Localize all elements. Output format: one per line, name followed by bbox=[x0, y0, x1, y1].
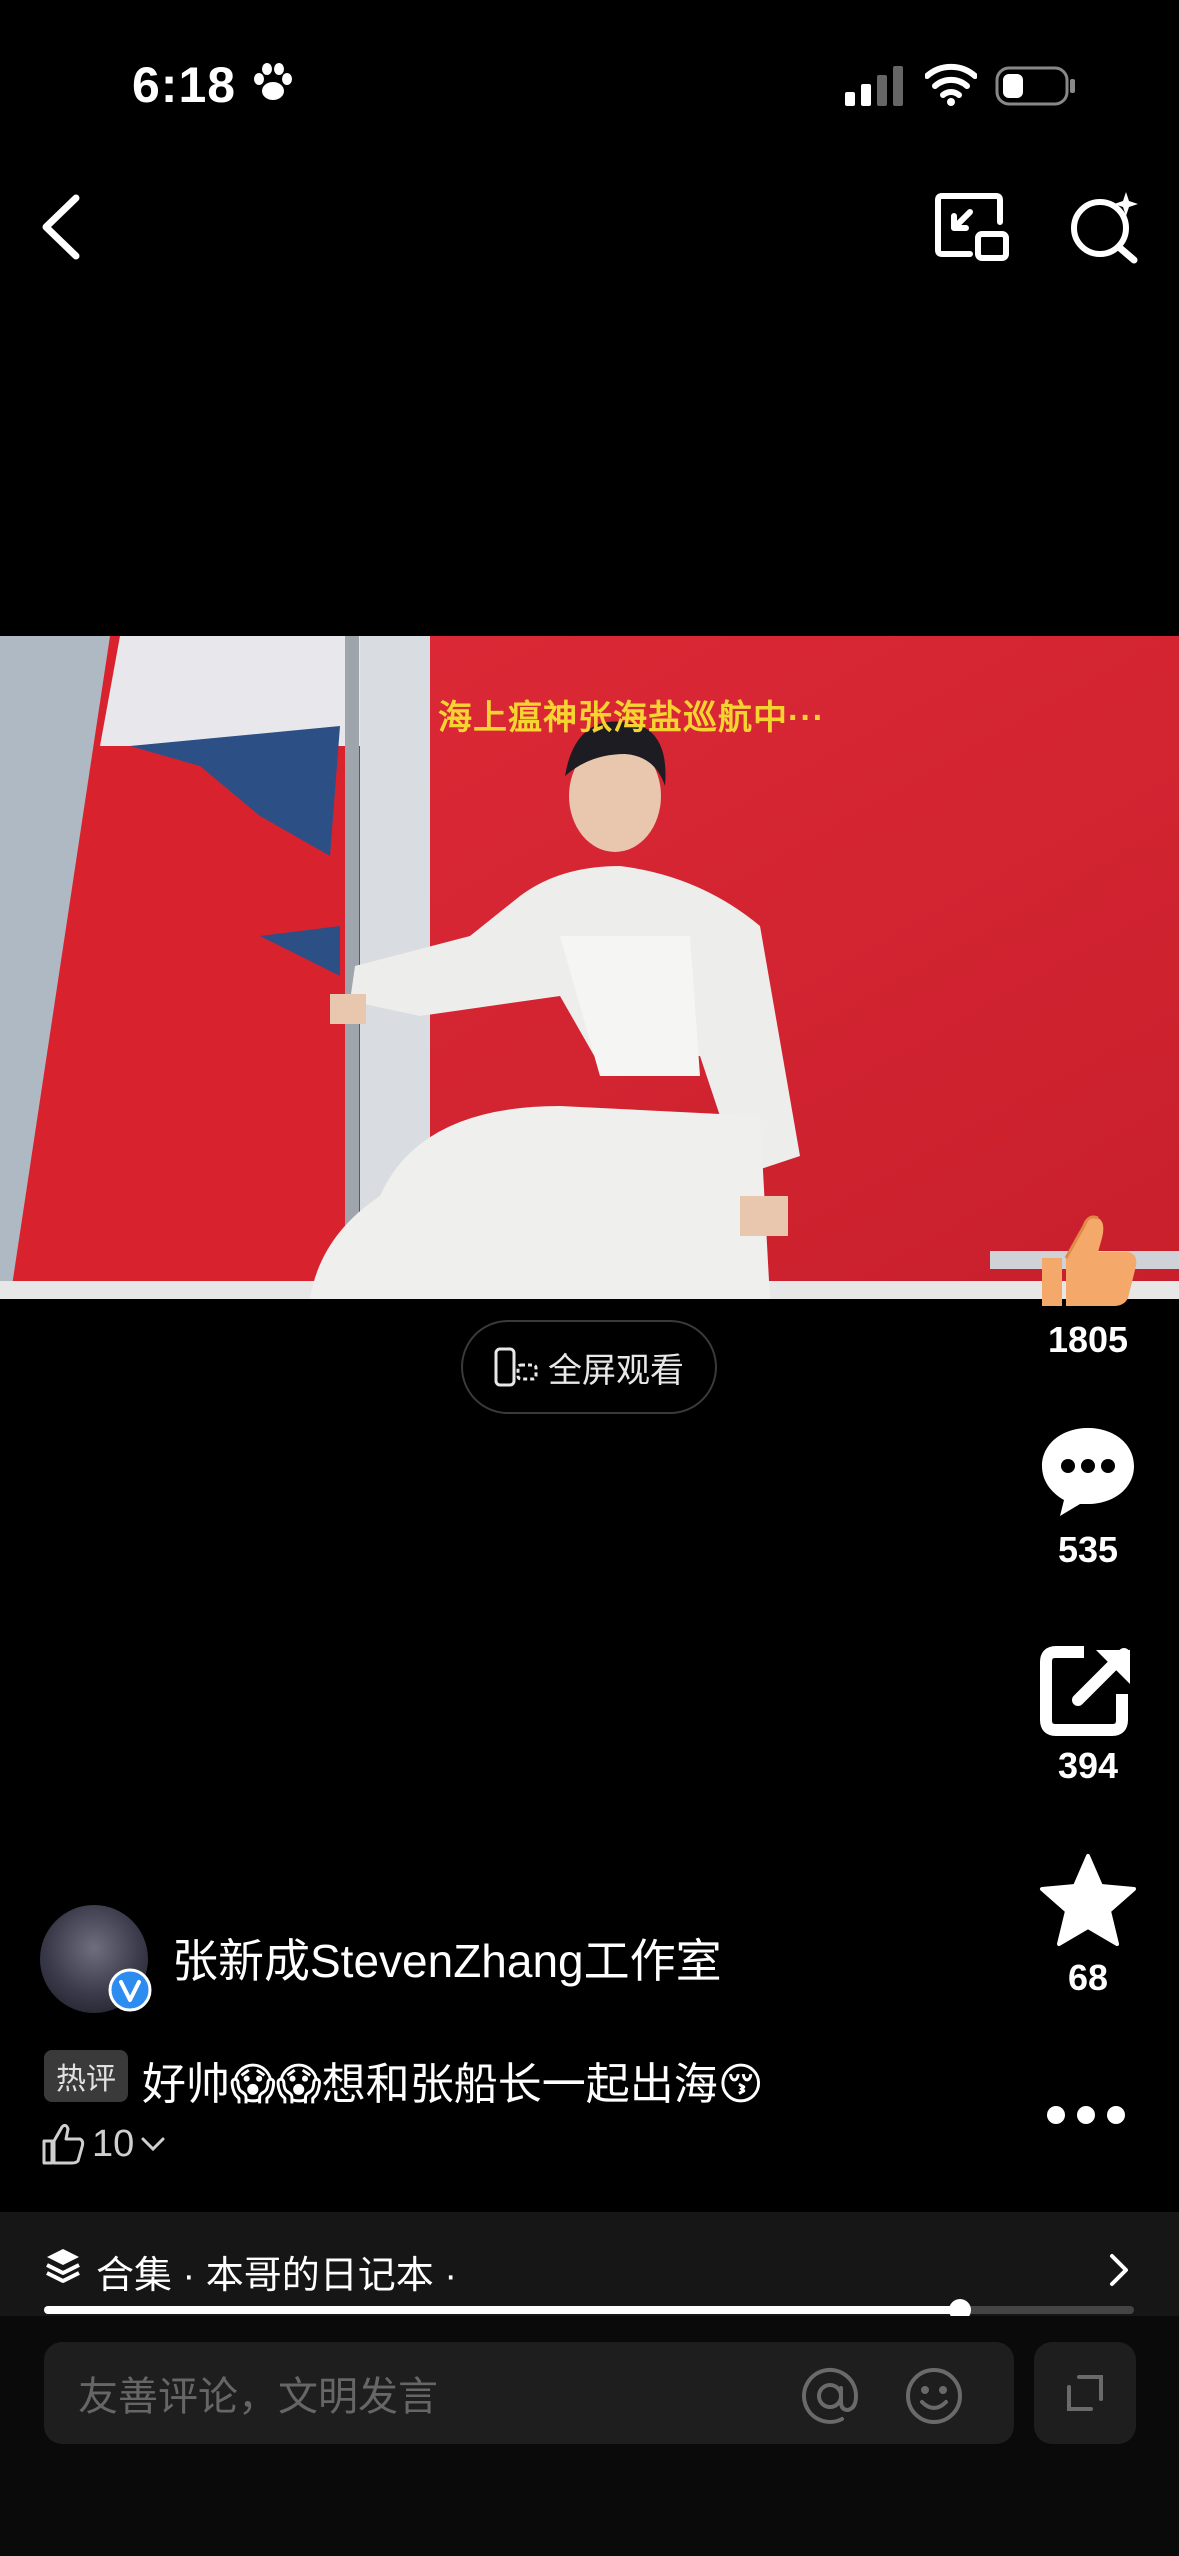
hot-comment-like[interactable]: 10 bbox=[40, 2116, 166, 2172]
fullscreen-button[interactable]: 全屏观看 bbox=[461, 1320, 717, 1414]
picture-in-picture-icon[interactable] bbox=[934, 192, 1010, 264]
hot-comment-like-count: 10 bbox=[92, 2122, 135, 2165]
mention-at-icon[interactable] bbox=[800, 2366, 860, 2426]
thumbs-up-icon bbox=[1042, 1215, 1137, 1306]
star-icon bbox=[1040, 1854, 1136, 1946]
shocked-emoji-icon: 😱 bbox=[230, 2060, 276, 2109]
playback-progress-fill bbox=[44, 2306, 960, 2314]
hot-comment-badge: 热评 bbox=[44, 2050, 128, 2102]
like-count: 1805 bbox=[1047, 1319, 1129, 1360]
share-action[interactable]: 394 bbox=[1013, 1644, 1163, 1787]
more-options-icon[interactable] bbox=[1044, 2100, 1128, 2130]
paw-icon bbox=[254, 63, 292, 100]
like-action[interactable]: 1805 bbox=[1013, 1210, 1163, 1361]
signal-icon bbox=[845, 66, 903, 106]
hot-comment-text-part-2: 想和张船长一起出海 bbox=[321, 2060, 718, 2109]
share-icon bbox=[1040, 1646, 1130, 1736]
battery-icon bbox=[995, 66, 1075, 106]
chevron-right-icon[interactable] bbox=[1106, 2250, 1132, 2290]
wifi-icon bbox=[925, 63, 977, 106]
favorite-count: 68 bbox=[1067, 1957, 1109, 1998]
hot-comment-text-part-1: 好帅 bbox=[142, 2060, 230, 2109]
ai-search-icon[interactable] bbox=[1068, 192, 1140, 264]
rotate-phone-icon bbox=[494, 1347, 538, 1387]
author-name[interactable]: 张新成StevenZhang工作室 bbox=[172, 1925, 722, 1991]
verified-badge-icon bbox=[108, 1968, 152, 2012]
status-time: 6:18 bbox=[132, 57, 237, 113]
layers-icon bbox=[46, 2249, 80, 2283]
thumbs-up-outline-icon bbox=[42, 2123, 85, 2165]
expand-icon bbox=[1067, 2375, 1103, 2411]
share-count: 394 bbox=[1057, 1745, 1119, 1786]
video-caption: 海上瘟神张海盐巡航中··· bbox=[438, 699, 825, 737]
emoji-icon[interactable] bbox=[904, 2366, 964, 2426]
blush-emoji-icon: 😚 bbox=[717, 2060, 764, 2109]
comment-count: 535 bbox=[1057, 1529, 1119, 1570]
comment-input[interactable]: 友善评论，文明发言 bbox=[44, 2342, 1014, 2444]
collection-label: 合集 · 本哥的日记本 · bbox=[96, 2255, 457, 2297]
expand-input-button[interactable] bbox=[1034, 2342, 1136, 2444]
favorite-action[interactable]: 68 bbox=[1013, 1852, 1163, 1999]
fullscreen-label: 全屏观看 bbox=[548, 1351, 684, 1390]
shocked-emoji-icon: 😱 bbox=[275, 2060, 322, 2109]
comment-bubble-icon bbox=[1042, 1428, 1134, 1516]
chevron-down-icon[interactable] bbox=[140, 2134, 166, 2154]
back-icon[interactable] bbox=[34, 190, 88, 264]
comment-action[interactable]: 535 bbox=[1013, 1424, 1163, 1571]
hot-comment-text[interactable]: 好帅😱😱想和张船长一起出海😚 bbox=[142, 2048, 764, 2112]
